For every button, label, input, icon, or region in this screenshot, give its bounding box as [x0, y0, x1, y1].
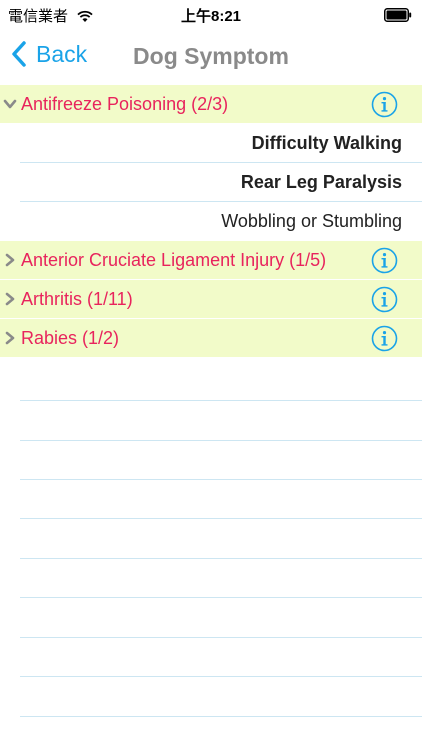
info-icon[interactable] — [371, 247, 398, 274]
battery-icon — [384, 8, 412, 22]
category-row-rabies[interactable]: Rabies (1/2) — [0, 319, 422, 358]
row-separator — [20, 637, 422, 638]
row-separator — [20, 597, 422, 598]
symptom-label: Difficulty Walking — [251, 133, 402, 153]
row-separator — [20, 716, 422, 717]
symptom-label: Wobbling or Stumbling — [221, 211, 402, 231]
row-separator — [20, 400, 422, 401]
symptom-list: Antifreeze Poisoning (2/3) Difficulty Wa… — [0, 85, 422, 358]
info-icon[interactable] — [371, 91, 398, 118]
category-row-antifreeze-poisoning[interactable]: Antifreeze Poisoning (2/3) — [0, 85, 422, 124]
category-label: Arthritis (1/11) — [21, 289, 133, 309]
row-separator — [20, 676, 422, 677]
chevron-right-icon — [5, 292, 15, 306]
category-row-arthritis[interactable]: Arthritis (1/11) — [0, 280, 422, 319]
symptom-row-wobbling-or-stumbling[interactable]: Wobbling or Stumbling — [0, 202, 422, 241]
row-separator — [20, 440, 422, 441]
category-label: Antifreeze Poisoning (2/3) — [21, 94, 229, 114]
status-time: 上午8:21 — [180, 8, 242, 25]
navigation-bar: Back Dog Symptom — [0, 30, 422, 86]
row-separator — [20, 479, 422, 480]
page-title: Dog Symptom — [133, 43, 289, 69]
symptom-row-rear-leg-paralysis[interactable]: Rear Leg Paralysis — [0, 163, 422, 202]
screen: 電信業者 上午8:21 Back Dog Symptom Antifreeze … — [0, 0, 422, 750]
row-separator — [20, 558, 422, 559]
chevron-down-icon — [3, 99, 17, 109]
symptom-label: Rear Leg Paralysis — [240, 172, 402, 192]
symptom-row-difficulty-walking[interactable]: Difficulty Walking — [0, 124, 422, 163]
info-icon[interactable] — [371, 325, 398, 352]
info-icon[interactable] — [371, 286, 398, 313]
category-label: Anterior Cruciate Ligament Injury (1/5) — [21, 250, 327, 270]
chevron-right-icon — [5, 331, 15, 345]
chevron-right-icon — [5, 253, 15, 267]
row-separator — [20, 518, 422, 519]
category-row-anterior-cruciate-ligament-injury[interactable]: Anterior Cruciate Ligament Injury (1/5) — [0, 241, 422, 280]
category-label: Rabies (1/2) — [21, 328, 120, 348]
status-bar: 電信業者 上午8:21 — [0, 0, 422, 30]
